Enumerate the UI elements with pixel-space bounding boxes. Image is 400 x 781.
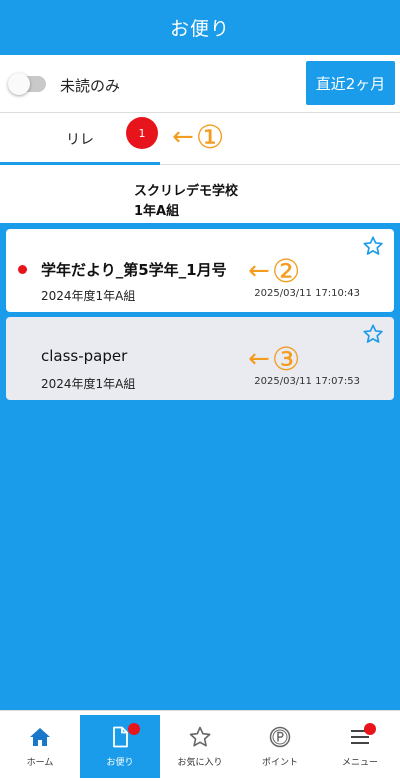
home-icon	[30, 728, 50, 746]
annotation-arrow: ←	[172, 122, 194, 152]
letter-card[interactable]: class-paper 2024年度1年A組 2025/03/11 17:07:…	[6, 317, 394, 400]
star-outline-icon[interactable]	[362, 235, 384, 257]
star-outline-icon	[189, 726, 211, 747]
bottom-navigation: ホーム お便り お気に入り ポイント メニュー	[0, 710, 400, 781]
nav-points[interactable]: ポイント	[240, 715, 320, 778]
letter-class: 2024年度1年A組	[41, 377, 136, 391]
letter-title: 学年だより_第5学年_1月号	[41, 261, 227, 279]
nav-label: お便り	[106, 758, 134, 768]
annotation-number: ③	[271, 340, 301, 378]
nav-label: お気に入り	[177, 758, 223, 768]
nav-favorites[interactable]: お気に入り	[160, 715, 240, 778]
nav-label: ホーム	[26, 758, 54, 768]
annotation-3: ← ③	[248, 343, 300, 375]
letter-datetime: 2025/03/11 17:10:43	[254, 288, 360, 299]
annotation-number: ②	[271, 252, 301, 290]
nav-letters[interactable]: お便り	[80, 715, 160, 778]
tab-bar: リレ 1 ← ①	[0, 113, 400, 165]
star-outline-icon[interactable]	[362, 323, 384, 345]
letter-title: class-paper	[41, 347, 128, 365]
tab-label: リレ	[66, 132, 94, 148]
annotation-arrow: ←	[248, 256, 270, 286]
annotation-arrow: ←	[248, 344, 270, 374]
annotation-1: ← ①	[172, 121, 224, 153]
toggle-knob[interactable]	[8, 73, 30, 95]
filter-bar: 未読のみ 直近2ヶ月	[0, 55, 400, 113]
unread-only-label: 未読のみ	[60, 77, 121, 95]
notification-dot	[364, 723, 376, 735]
nav-menu[interactable]: メニュー	[320, 715, 400, 778]
unread-count-badge: 1	[126, 117, 158, 149]
letter-datetime: 2025/03/11 17:07:53	[254, 376, 360, 387]
app-header: お便り	[0, 0, 400, 55]
letter-class: 2024年度1年A組	[41, 289, 136, 303]
nav-home[interactable]: ホーム	[0, 715, 80, 778]
point-icon	[269, 726, 291, 748]
period-filter-button[interactable]: 直近2ヶ月	[306, 61, 395, 105]
annotation-number: ①	[195, 118, 225, 156]
school-info: スクリレデモ学校 1年A組	[0, 165, 400, 223]
notification-dot	[128, 723, 140, 735]
school-name: スクリレデモ学校	[134, 184, 239, 199]
letter-card[interactable]: 学年だより_第5学年_1月号 2024年度1年A組 2025/03/11 17:…	[6, 229, 394, 312]
unread-only-toggle[interactable]	[8, 73, 46, 95]
page-title: お便り	[169, 18, 230, 40]
annotation-2: ← ②	[248, 255, 300, 287]
unread-dot	[18, 265, 27, 274]
nav-label: メニュー	[341, 758, 378, 768]
class-name: 1年A組	[134, 204, 180, 219]
nav-label: ポイント	[261, 758, 298, 768]
